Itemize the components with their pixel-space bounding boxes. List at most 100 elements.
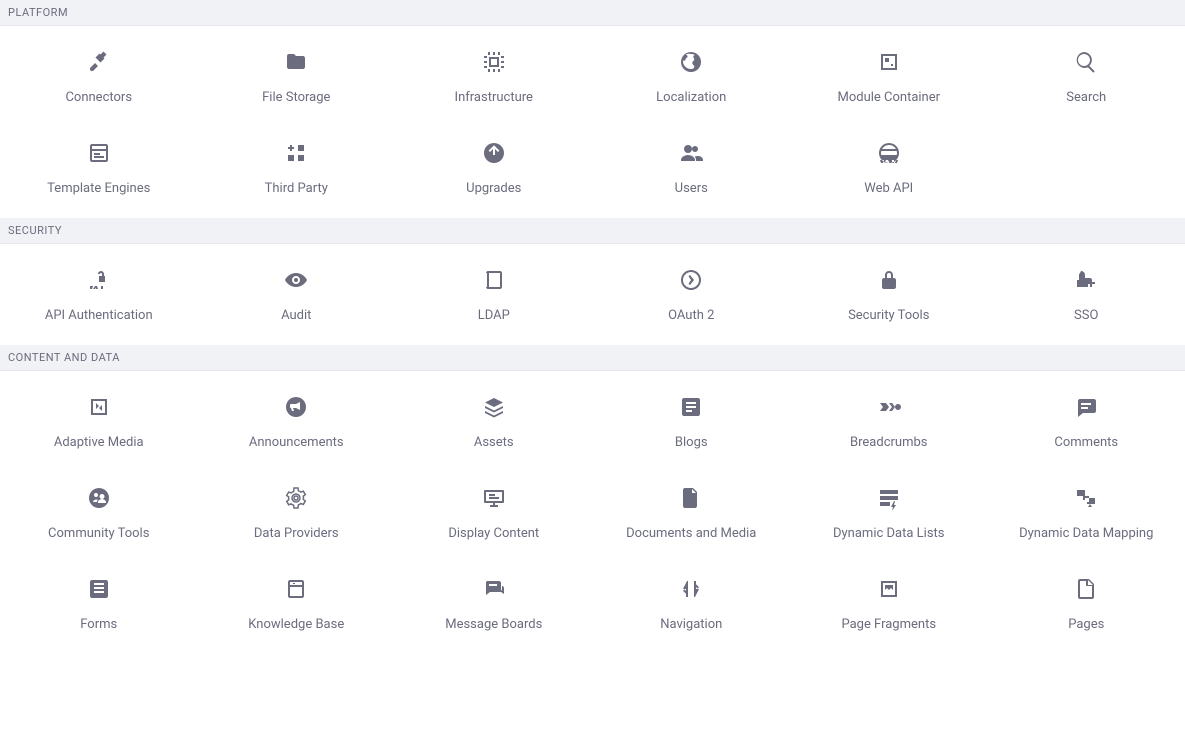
menu-tile-oauth-2[interactable]: OAuth 2 bbox=[593, 264, 791, 327]
section-grid: Adaptive Media Announcements Assets BlogsBr… bbox=[0, 371, 1185, 654]
menu-tile-announcements[interactable]: Announcements bbox=[198, 391, 396, 454]
page-icon bbox=[1074, 577, 1098, 601]
tile-label: LDAP bbox=[478, 308, 510, 323]
menu-tile-assets[interactable]: Assets bbox=[395, 391, 593, 454]
section-header: SECURITY bbox=[0, 218, 1185, 244]
web-api-icon bbox=[877, 141, 901, 165]
tile-label: Display Content bbox=[448, 526, 539, 541]
tile-label: Documents and Media bbox=[626, 526, 756, 541]
menu-tile-pages[interactable]: Pages bbox=[988, 573, 1185, 636]
layers-icon bbox=[482, 395, 506, 419]
section-grid: API Authentication Audit LDAP OAuth 2 Securi… bbox=[0, 244, 1185, 345]
menu-tile-forms[interactable]: Forms bbox=[0, 573, 198, 636]
tile-label: Audit bbox=[281, 308, 311, 323]
sso-icon bbox=[1074, 268, 1098, 292]
menu-tile-knowledge-base[interactable]: Knowledge Base bbox=[198, 573, 396, 636]
oauth-icon bbox=[679, 268, 703, 292]
tile-label: Knowledge Base bbox=[248, 617, 344, 632]
menu-tile-users[interactable]: Users bbox=[593, 137, 791, 200]
tile-label: Web API bbox=[864, 181, 913, 196]
gear-icon bbox=[284, 486, 308, 510]
menu-tile-audit[interactable]: Audit bbox=[198, 264, 396, 327]
folder-icon bbox=[284, 50, 308, 74]
fragments-icon bbox=[877, 577, 901, 601]
lock-icon bbox=[877, 268, 901, 292]
tile-label: Page Fragments bbox=[841, 617, 936, 632]
comment-icon bbox=[1074, 395, 1098, 419]
tile-label: Module Container bbox=[837, 90, 940, 105]
adaptive-icon bbox=[87, 395, 111, 419]
tile-label: Forms bbox=[80, 617, 117, 632]
menu-tile-dynamic-data-lists[interactable]: Dynamic Data Lists bbox=[790, 482, 988, 545]
menu-tile-navigation[interactable]: Navigation bbox=[593, 573, 791, 636]
form-icon bbox=[87, 577, 111, 601]
menu-tile-template-engines[interactable]: Template Engines bbox=[0, 137, 198, 200]
menu-tile-breadcrumbs[interactable]: Breadcrumbs bbox=[790, 391, 988, 454]
menu-tile-data-providers[interactable]: Data Providers bbox=[198, 482, 396, 545]
tile-label: Message Boards bbox=[445, 617, 542, 632]
tile-label: OAuth 2 bbox=[668, 308, 714, 323]
globe-icon bbox=[679, 50, 703, 74]
tile-label: Template Engines bbox=[47, 181, 150, 196]
menu-tile-dynamic-data-mapping[interactable]: Dynamic Data Mapping bbox=[988, 482, 1185, 545]
menu-tile-file-storage[interactable]: File Storage bbox=[198, 46, 396, 109]
tile-label: Data Providers bbox=[254, 526, 339, 541]
breadcrumbs-icon bbox=[877, 395, 901, 419]
menu-tile-web-api[interactable]: Web API bbox=[790, 137, 988, 200]
upload-circle-icon bbox=[482, 141, 506, 165]
tile-label: Adaptive Media bbox=[54, 435, 144, 450]
template-icon bbox=[87, 141, 111, 165]
display-icon bbox=[482, 486, 506, 510]
menu-tile-search[interactable]: Search bbox=[988, 46, 1185, 109]
tile-label: Announcements bbox=[249, 435, 344, 450]
tile-label: Search bbox=[1066, 90, 1106, 105]
menu-tile-infrastructure[interactable]: Infrastructure bbox=[395, 46, 593, 109]
menu-tile-page-fragments[interactable]: Page Fragments bbox=[790, 573, 988, 636]
tile-label: Pages bbox=[1068, 617, 1104, 632]
grid-add-icon bbox=[284, 141, 308, 165]
blogs-icon bbox=[679, 395, 703, 419]
tile-label: SSO bbox=[1074, 308, 1098, 323]
menu-tile-message-boards[interactable]: Message Boards bbox=[395, 573, 593, 636]
message-board-icon bbox=[482, 577, 506, 601]
menu-tile-localization[interactable]: Localization bbox=[593, 46, 791, 109]
menu-tile-blogs[interactable]: Blogs bbox=[593, 391, 791, 454]
grid-bolt-icon bbox=[877, 486, 901, 510]
menu-tile-api-authentication[interactable]: API Authentication bbox=[0, 264, 198, 327]
menu-tile-comments[interactable]: Comments bbox=[988, 391, 1185, 454]
menu-tile-sso[interactable]: SSO bbox=[988, 264, 1185, 327]
documents-icon bbox=[679, 486, 703, 510]
tile-label: File Storage bbox=[262, 90, 330, 105]
book-icon bbox=[482, 268, 506, 292]
tile-label: Community Tools bbox=[48, 526, 149, 541]
menu-tile-module-container[interactable]: Module Container bbox=[790, 46, 988, 109]
bullhorn-icon bbox=[284, 395, 308, 419]
tile-label: Navigation bbox=[660, 617, 722, 632]
tile-label: Comments bbox=[1054, 435, 1118, 450]
tile-label: Assets bbox=[474, 435, 514, 450]
tile-label: Infrastructure bbox=[455, 90, 533, 105]
menu-tile-documents-and-media[interactable]: Documents and Media bbox=[593, 482, 791, 545]
tile-label: API Authentication bbox=[45, 308, 153, 323]
menu-tile-third-party[interactable]: Third Party bbox=[198, 137, 396, 200]
menu-tile-security-tools[interactable]: Security Tools bbox=[790, 264, 988, 327]
section-grid: Connectors File Storage Infrastructure Loca… bbox=[0, 26, 1185, 218]
menu-tile-adaptive-media[interactable]: Adaptive Media bbox=[0, 391, 198, 454]
menu-tile-upgrades[interactable]: Upgrades bbox=[395, 137, 593, 200]
plug-icon bbox=[87, 50, 111, 74]
menu-tile-community-tools[interactable]: Community Tools bbox=[0, 482, 198, 545]
eye-icon bbox=[284, 268, 308, 292]
tile-label: Localization bbox=[656, 90, 726, 105]
tile-label: Dynamic Data Lists bbox=[833, 526, 945, 541]
menu-tile-display-content[interactable]: Display Content bbox=[395, 482, 593, 545]
kb-icon bbox=[284, 577, 308, 601]
tile-label: Users bbox=[675, 181, 708, 196]
search-icon bbox=[1074, 50, 1098, 74]
menu-tile-ldap[interactable]: LDAP bbox=[395, 264, 593, 327]
navigation-icon bbox=[679, 577, 703, 601]
community-icon bbox=[87, 486, 111, 510]
tile-label: Connectors bbox=[65, 90, 132, 105]
menu-tile-connectors[interactable]: Connectors bbox=[0, 46, 198, 109]
mapping-icon bbox=[1074, 486, 1098, 510]
tile-label: Third Party bbox=[265, 181, 328, 196]
